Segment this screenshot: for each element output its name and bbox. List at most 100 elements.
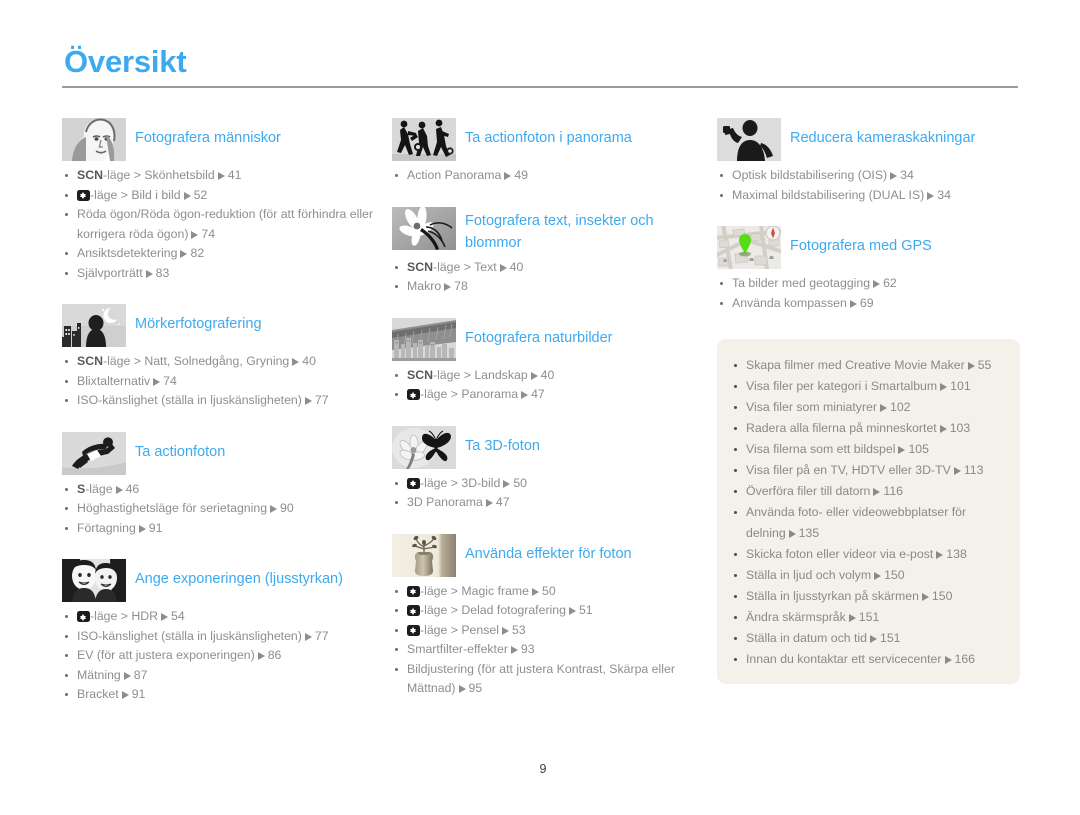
item-label: -läge > Pensel: [420, 622, 499, 637]
section-header[interactable]: Fotografera text, insekter och blommor: [392, 206, 703, 254]
page-arrow-icon: [115, 485, 123, 494]
item-page-number: 151: [880, 631, 901, 645]
page-arrow-icon: [458, 685, 466, 693]
item-label: Visa filerna som ett bildspel: [746, 442, 896, 456]
item-label: 3D Panorama: [407, 495, 483, 509]
section-header[interactable]: Använda effekter för foton: [392, 533, 703, 578]
item-page-number: 91: [131, 687, 146, 701]
item-label: -läge > Panorama: [420, 387, 519, 401]
section-header[interactable]: Ta actionfoton i panorama: [392, 118, 703, 162]
item-page-number: 103: [949, 421, 971, 435]
list-item[interactable]: Använda foto- eller videowebbplatser för…: [727, 502, 1006, 544]
section-title[interactable]: Fotografera naturbilder: [465, 318, 703, 349]
list-item[interactable]: SCN-läge > Natt, Solnedgång, Gryning 40: [62, 352, 378, 372]
page-arrow-icon: [504, 172, 512, 180]
section-title[interactable]: Fotografera med GPS: [790, 226, 1020, 257]
item-page-number: 74: [201, 226, 216, 241]
section-title[interactable]: Mörkerfotografering: [135, 304, 378, 335]
page-header: Översikt: [62, 44, 1018, 88]
section-title[interactable]: Ange exponeringen (ljusstyrkan): [135, 559, 378, 590]
section-title[interactable]: Ta actionfoton: [135, 432, 378, 463]
section-header[interactable]: Fotografera naturbilder: [392, 317, 703, 362]
section-title[interactable]: Reducera kameraskakningar: [790, 118, 1020, 149]
page-arrow-icon: [874, 572, 882, 580]
list-item[interactable]: -läge > Pensel 53: [392, 621, 703, 641]
list-item[interactable]: SCN-läge > Skönhetsbild 41: [62, 166, 378, 186]
section-title[interactable]: Fotografera text, insekter och blommor: [465, 207, 703, 254]
list-item[interactable]: ISO-känslighet (ställa in ljuskänslighet…: [62, 627, 378, 647]
list-item[interactable]: Visa filer på en TV, HDTV eller 3D-TV 113: [727, 460, 1006, 481]
list-item[interactable]: Action Panorama 49: [392, 166, 703, 186]
list-item[interactable]: Självporträtt 83: [62, 264, 378, 284]
item-label: -läge > 3D-bild: [420, 475, 501, 490]
list-item[interactable]: Skapa filmer med Creative Movie Maker 55: [727, 355, 1006, 376]
item-label: -läge > Landskap: [432, 367, 528, 382]
section-header[interactable]: Ta 3D-foton: [392, 425, 703, 470]
item-page-number: 34: [937, 187, 951, 202]
list-item[interactable]: -läge > 3D-bild 50: [392, 474, 703, 494]
item-label: Skicka foton eller videor via e-post: [746, 547, 934, 561]
section-title[interactable]: Använda effekter för foton: [465, 534, 703, 565]
list-item[interactable]: Ansiktsdetektering 82: [62, 244, 378, 264]
list-item[interactable]: -läge > Delad fotografering 51: [392, 601, 703, 621]
item-label: Överföra filer till datorn: [746, 484, 871, 498]
list-item[interactable]: Innan du kontaktar ett servicecenter 166: [727, 649, 1006, 670]
list-item[interactable]: Maximal bildstabilisering (DUAL IS) 34: [717, 186, 1020, 206]
section-header[interactable]: Reducera kameraskakningar: [717, 118, 1020, 162]
item-label: Använda foto- eller videowebbplatser för…: [746, 505, 967, 540]
section-header[interactable]: Mörkerfotografering: [62, 304, 378, 348]
list-item[interactable]: Ändra skärmspråk 151: [727, 607, 1006, 628]
list-item[interactable]: Ta bilder med geotagging 62: [717, 274, 1020, 294]
list-item[interactable]: Ställa in ljud och volym 150: [727, 565, 1006, 586]
list-item[interactable]: SCN-läge > Landskap 40: [392, 366, 703, 386]
page-arrow-icon: [499, 263, 507, 272]
list-item[interactable]: Röda ögon/Röda ögon-reduktion (för att f…: [62, 205, 378, 244]
list-item[interactable]: SCN-läge > Text 40: [392, 258, 703, 278]
list-item[interactable]: Radera alla filerna på minneskortet 103: [727, 418, 1006, 439]
list-item[interactable]: 3D Panorama 47: [392, 493, 703, 513]
page-arrow-icon: [180, 250, 188, 258]
list-item[interactable]: Ställa in datum och tid 151: [727, 628, 1006, 649]
section-header[interactable]: Ange exponeringen (ljusstyrkan): [62, 559, 378, 603]
list-item[interactable]: Smartfilter-effekter 93: [392, 640, 703, 660]
list-item[interactable]: -läge > Magic frame 50: [392, 582, 703, 602]
section-item-list: Optisk bildstabilisering (OIS) 34 Maximal …: [717, 166, 1020, 205]
section-header[interactable]: Fotografera med GPS: [717, 226, 1020, 270]
list-item[interactable]: Höghastighetsläge för serietagning 90: [62, 499, 378, 519]
section-title[interactable]: Ta actionfoton i panorama: [465, 118, 703, 149]
list-item[interactable]: EV (för att justera exponeringen) 86: [62, 646, 378, 666]
item-label: Bildjustering (för att justera Kontrast,…: [407, 661, 675, 696]
list-item[interactable]: Använda kompassen 69: [717, 294, 1020, 314]
list-item[interactable]: Bracket 91: [62, 685, 378, 705]
list-item[interactable]: Mätning 87: [62, 666, 378, 686]
list-item[interactable]: Makro 78: [392, 277, 703, 297]
list-item[interactable]: ISO-känslighet (ställa in ljuskänslighet…: [62, 391, 378, 411]
list-item[interactable]: Optisk bildstabilisering (OIS) 34: [717, 166, 1020, 186]
page-arrow-icon: [191, 230, 199, 239]
section-item-list: SCN-läge > Landskap 40 -läge > Panorama 47: [392, 366, 703, 405]
list-item[interactable]: Visa filer som miniatyrer 102: [727, 397, 1006, 418]
item-label: -läge > Skönhetsbild: [102, 168, 215, 182]
page-arrow-icon: [953, 467, 961, 475]
list-item[interactable]: Förtagning 91: [62, 519, 378, 539]
list-item[interactable]: Skicka foton eller videor via e-post 138: [727, 544, 1006, 565]
list-item[interactable]: Visa filer per kategori i Smartalbum 101: [727, 376, 1006, 397]
list-item[interactable]: Överföra filer till datorn 116: [727, 481, 1006, 502]
list-item[interactable]: Blixtalternativ 74: [62, 372, 378, 392]
list-item[interactable]: -läge > Bild i bild 52: [62, 186, 378, 206]
item-page-number: 50: [513, 475, 528, 490]
section-header[interactable]: Fotografera människor: [62, 118, 378, 162]
section-title[interactable]: Ta 3D-foton: [465, 426, 703, 457]
item-page-number: 34: [900, 168, 914, 182]
list-item[interactable]: -läge > Panorama 47: [392, 385, 703, 405]
list-item[interactable]: Visa filerna som ett bildspel 105: [727, 439, 1006, 460]
list-item[interactable]: S-läge 46: [62, 480, 378, 500]
list-item[interactable]: Ställa in ljusstyrkan på skärmen 150: [727, 586, 1006, 607]
section-title[interactable]: Fotografera människor: [135, 118, 378, 149]
item-label: Maximal bildstabilisering (DUAL IS): [732, 187, 925, 202]
list-item[interactable]: Bildjustering (för att justera Kontrast,…: [392, 660, 703, 699]
item-label: Självporträtt: [77, 265, 143, 280]
section-header[interactable]: Ta actionfoton: [62, 431, 378, 476]
list-item[interactable]: -läge > HDR 54: [62, 607, 378, 627]
item-label: -läge > Delad fotografering: [420, 603, 566, 617]
